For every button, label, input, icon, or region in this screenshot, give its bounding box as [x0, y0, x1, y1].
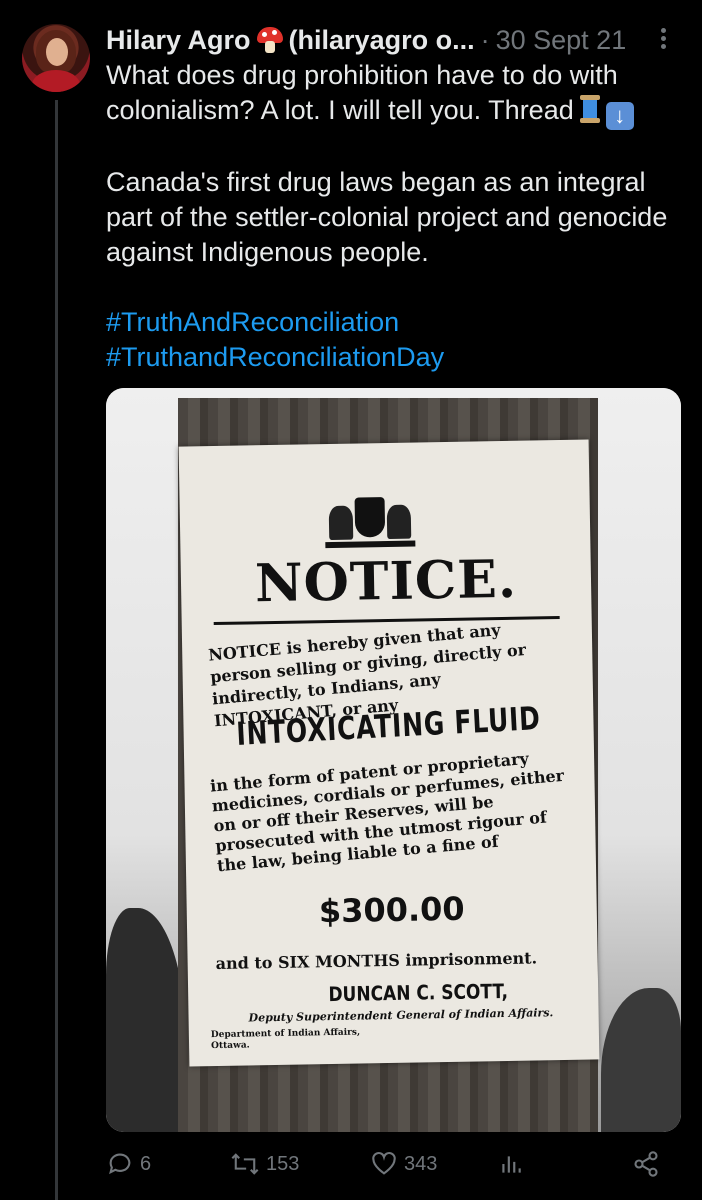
poster-heading: NOTICE. — [254, 548, 518, 615]
avatar[interactable] — [22, 24, 90, 92]
hashtag-link[interactable]: #TruthAndReconciliation — [106, 305, 686, 340]
poster-signer: DUNCAN C. SCOTT, — [328, 978, 509, 1007]
spool-emoji-icon — [579, 95, 600, 123]
views-icon — [502, 1156, 521, 1173]
like-count: 343 — [404, 1152, 438, 1175]
mushroom-emoji-icon — [256, 27, 283, 53]
poster-amount: $300.00 — [318, 889, 465, 931]
tweet-header: Hilary Agro (hilaryagro o... · 30 Sept 2… — [106, 22, 676, 58]
more-icon[interactable] — [650, 28, 676, 52]
down-arrow-emoji-icon: ↓ — [605, 102, 634, 130]
tweet-text: What does drug prohibition have to do wi… — [106, 58, 686, 375]
share-button[interactable] — [632, 1150, 666, 1178]
poster-imprisonment: and to SIX MONTHS imprisonment. — [215, 948, 538, 974]
tweet-paragraph-2: Canada's first drug laws began as an int… — [106, 167, 668, 267]
views-button[interactable] — [498, 1150, 530, 1178]
retweet-button[interactable]: 153 — [230, 1150, 299, 1178]
reply-button[interactable]: 6 — [106, 1150, 151, 1178]
poster-department: Department of Indian Affairs, Ottawa. — [210, 1027, 361, 1052]
hashtag-link[interactable]: #TruthandReconciliationDay — [106, 340, 686, 375]
like-button[interactable]: 343 — [370, 1150, 437, 1178]
retweet-icon — [231, 1153, 259, 1175]
author-name[interactable]: Hilary Agro — [106, 25, 251, 56]
tweet-photo[interactable]: NOTICE. NOTICE is hereby given that any … — [106, 388, 681, 1132]
tweet-date[interactable]: 30 Sept 21 — [496, 25, 627, 56]
notice-poster: NOTICE. NOTICE is hereby given that any … — [178, 439, 600, 1067]
retweet-count: 153 — [266, 1152, 300, 1175]
tweet-paragraph-1: What does drug prohibition have to do wi… — [106, 58, 686, 130]
header-separator: · — [480, 24, 490, 55]
reply-icon — [109, 1153, 131, 1175]
poster-body: in the form of patent or proprietary med… — [209, 748, 565, 876]
author-handle[interactable]: (hilaryagro o... — [289, 25, 475, 56]
thread-connector-line — [55, 100, 58, 1200]
tweet-text-line1: What does drug prohibition have to do wi… — [106, 60, 618, 125]
royal-crest-icon — [324, 491, 416, 549]
share-icon — [634, 1151, 658, 1177]
action-bar: 6 153 343 — [106, 1150, 666, 1186]
reply-count: 6 — [140, 1152, 152, 1175]
poster-signer-title: Deputy Superintendent General of Indian … — [248, 1006, 554, 1025]
hashtag-list: #TruthAndReconciliation #TruthandReconci… — [106, 305, 686, 375]
like-icon — [372, 1151, 396, 1175]
